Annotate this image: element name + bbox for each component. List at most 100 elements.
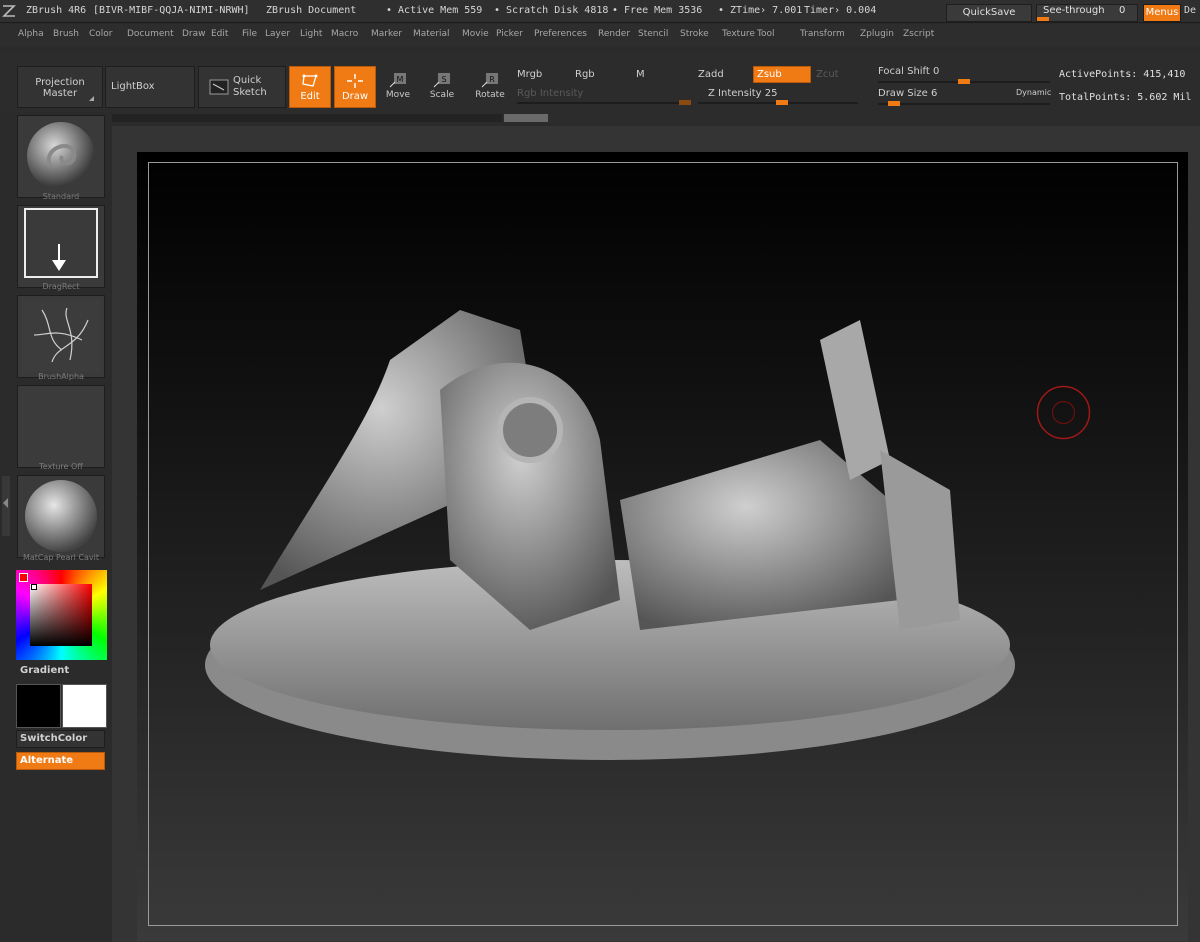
gradient-label[interactable]: Gradient xyxy=(20,665,69,676)
scale-icon: S xyxy=(433,73,450,88)
z-intensity-slider[interactable] xyxy=(698,100,858,105)
menu-bar: Alpha Brush Color Document Draw Edit File Layer… xyxy=(0,24,1200,46)
menu-item-stencil[interactable]: Stencil xyxy=(638,29,668,39)
menu-item-layer[interactable]: Layer xyxy=(265,29,290,39)
scale-button[interactable]: S Scale xyxy=(422,68,462,108)
quick-sketch-label-2: Sketch xyxy=(233,87,267,98)
menu-item-tool[interactable]: Tool xyxy=(757,29,774,39)
edit-button[interactable]: Edit xyxy=(289,66,331,108)
brush-alpha-icon xyxy=(22,300,100,372)
menus-button[interactable]: Menus xyxy=(1143,4,1181,22)
menu-item-movie[interactable]: Movie xyxy=(462,29,489,39)
menu-item-material[interactable]: Material xyxy=(413,29,450,39)
alpha-selector[interactable] xyxy=(17,295,105,378)
move-icon: M xyxy=(389,73,406,88)
lightbox-button[interactable]: LightBox xyxy=(105,66,195,108)
menu-item-transform[interactable]: Transform xyxy=(800,29,845,39)
draw-size-label: Draw Size 6 xyxy=(878,88,938,99)
timer: Timer› 0.004 xyxy=(804,5,877,16)
projection-master-button[interactable]: Projection Master xyxy=(17,66,103,108)
see-through-slider[interactable]: See-through 0 xyxy=(1036,4,1138,22)
zsub-button[interactable]: Zsub xyxy=(753,66,811,83)
alpha-caption: BrushAlpha xyxy=(38,372,84,381)
move-label: Move xyxy=(385,90,411,100)
menu-item-render[interactable]: Render xyxy=(598,29,630,39)
menu-item-draw[interactable]: Draw xyxy=(182,29,206,39)
menu-item-zscript[interactable]: Zscript xyxy=(903,29,934,39)
brush-caption: Standard xyxy=(42,192,80,201)
menu-item-edit[interactable]: Edit xyxy=(211,29,228,39)
menu-item-texture[interactable]: Texture xyxy=(722,29,755,39)
mrgb-button[interactable]: Mrgb xyxy=(517,69,542,80)
tray-collapse-handle[interactable] xyxy=(2,476,10,536)
brush-selector[interactable] xyxy=(17,115,105,198)
scale-label: Scale xyxy=(429,90,455,100)
draw-size-knob[interactable] xyxy=(888,101,900,106)
sculpt-model[interactable] xyxy=(200,300,1030,770)
menu-item-preferences[interactable]: Preferences xyxy=(534,29,587,39)
quick-sketch-icon xyxy=(209,79,229,95)
menu-item-macro[interactable]: Macro xyxy=(331,29,358,39)
zadd-button[interactable]: Zadd xyxy=(698,69,724,80)
free-mem: • Free Mem 3536 xyxy=(612,5,703,16)
svg-text:R: R xyxy=(489,75,495,84)
see-through-value: 0 xyxy=(1119,5,1126,16)
see-through-knob[interactable] xyxy=(1037,17,1049,21)
rotate-button[interactable]: R Rotate xyxy=(470,68,510,108)
menu-item-color[interactable]: Color xyxy=(89,29,113,39)
primary-color-swatch[interactable] xyxy=(16,684,61,728)
zbrush-logo-icon xyxy=(2,5,16,17)
document-title: ZBrush Document xyxy=(266,5,357,16)
z-intensity-knob[interactable] xyxy=(776,100,788,105)
dynamic-button[interactable]: Dynamic xyxy=(1016,88,1051,97)
focal-shift-slider[interactable] xyxy=(878,79,1050,84)
quick-sketch-button[interactable]: Quick Sketch xyxy=(198,66,286,108)
rgb-intensity-label: Rgb Intensity xyxy=(517,88,584,99)
menu-item-alpha[interactable]: Alpha xyxy=(18,29,44,39)
ztime: • ZTime› 7.001 xyxy=(718,5,803,16)
draw-label: Draw xyxy=(341,91,369,102)
secondary-color-swatch[interactable] xyxy=(62,684,107,728)
rgb-intensity-slider[interactable] xyxy=(517,100,691,105)
quicksave-button[interactable]: QuickSave xyxy=(946,4,1032,22)
title-bar: ZBrush 4R6 [BIVR-MIBF-QQJA-NIMI-NRWH] ZB… xyxy=(0,0,1200,23)
move-button[interactable]: M Move xyxy=(378,68,418,108)
material-caption: MatCap Pearl Cavit xyxy=(22,553,100,562)
menu-item-stroke[interactable]: Stroke xyxy=(680,29,709,39)
alternate-button[interactable]: Alternate xyxy=(16,752,105,770)
menu-item-document[interactable]: Document xyxy=(127,29,174,39)
shelf-scroll-thumb[interactable] xyxy=(504,114,548,122)
see-through-label: See-through xyxy=(1043,5,1105,16)
draw-size-slider[interactable] xyxy=(878,101,1050,106)
projection-master-label-1: Projection xyxy=(35,77,85,88)
material-selector[interactable] xyxy=(17,475,105,558)
saturation-square[interactable] xyxy=(30,584,92,646)
menu-item-file[interactable]: File xyxy=(242,29,257,39)
quick-sketch-label-1: Quick xyxy=(233,75,262,86)
rgb-button[interactable]: Rgb xyxy=(575,69,595,80)
menu-item-marker[interactable]: Marker xyxy=(371,29,402,39)
m-button[interactable]: M xyxy=(636,69,645,80)
menu-item-picker[interactable]: Picker xyxy=(496,29,523,39)
shelf-scroll-track xyxy=(112,114,502,122)
focal-shift-knob[interactable] xyxy=(958,79,970,84)
stroke-selector[interactable] xyxy=(17,205,105,288)
texture-selector[interactable] xyxy=(17,385,105,468)
draw-button[interactable]: Draw xyxy=(334,66,376,108)
app-version: ZBrush 4R6 xyxy=(26,5,87,16)
zcut-button[interactable]: Zcut xyxy=(816,69,839,80)
menu-item-zplugin[interactable]: Zplugin xyxy=(860,29,894,39)
color-cursor[interactable] xyxy=(31,584,37,590)
default-button[interactable]: De xyxy=(1184,5,1196,16)
rgb-intensity-knob[interactable] xyxy=(679,100,691,105)
menu-item-brush[interactable]: Brush xyxy=(53,29,79,39)
switchcolor-button[interactable]: SwitchColor xyxy=(16,730,105,748)
matcap-sphere-icon xyxy=(25,480,97,552)
menu-item-light[interactable]: Light xyxy=(300,29,322,39)
color-picker[interactable] xyxy=(16,570,107,660)
collapse-arrow-icon xyxy=(3,498,8,508)
scratch-disk: • Scratch Disk 4818 xyxy=(494,5,609,16)
stroke-caption: DragRect xyxy=(42,282,80,291)
focal-shift-label: Focal Shift 0 xyxy=(878,66,940,77)
svg-text:S: S xyxy=(441,75,446,84)
